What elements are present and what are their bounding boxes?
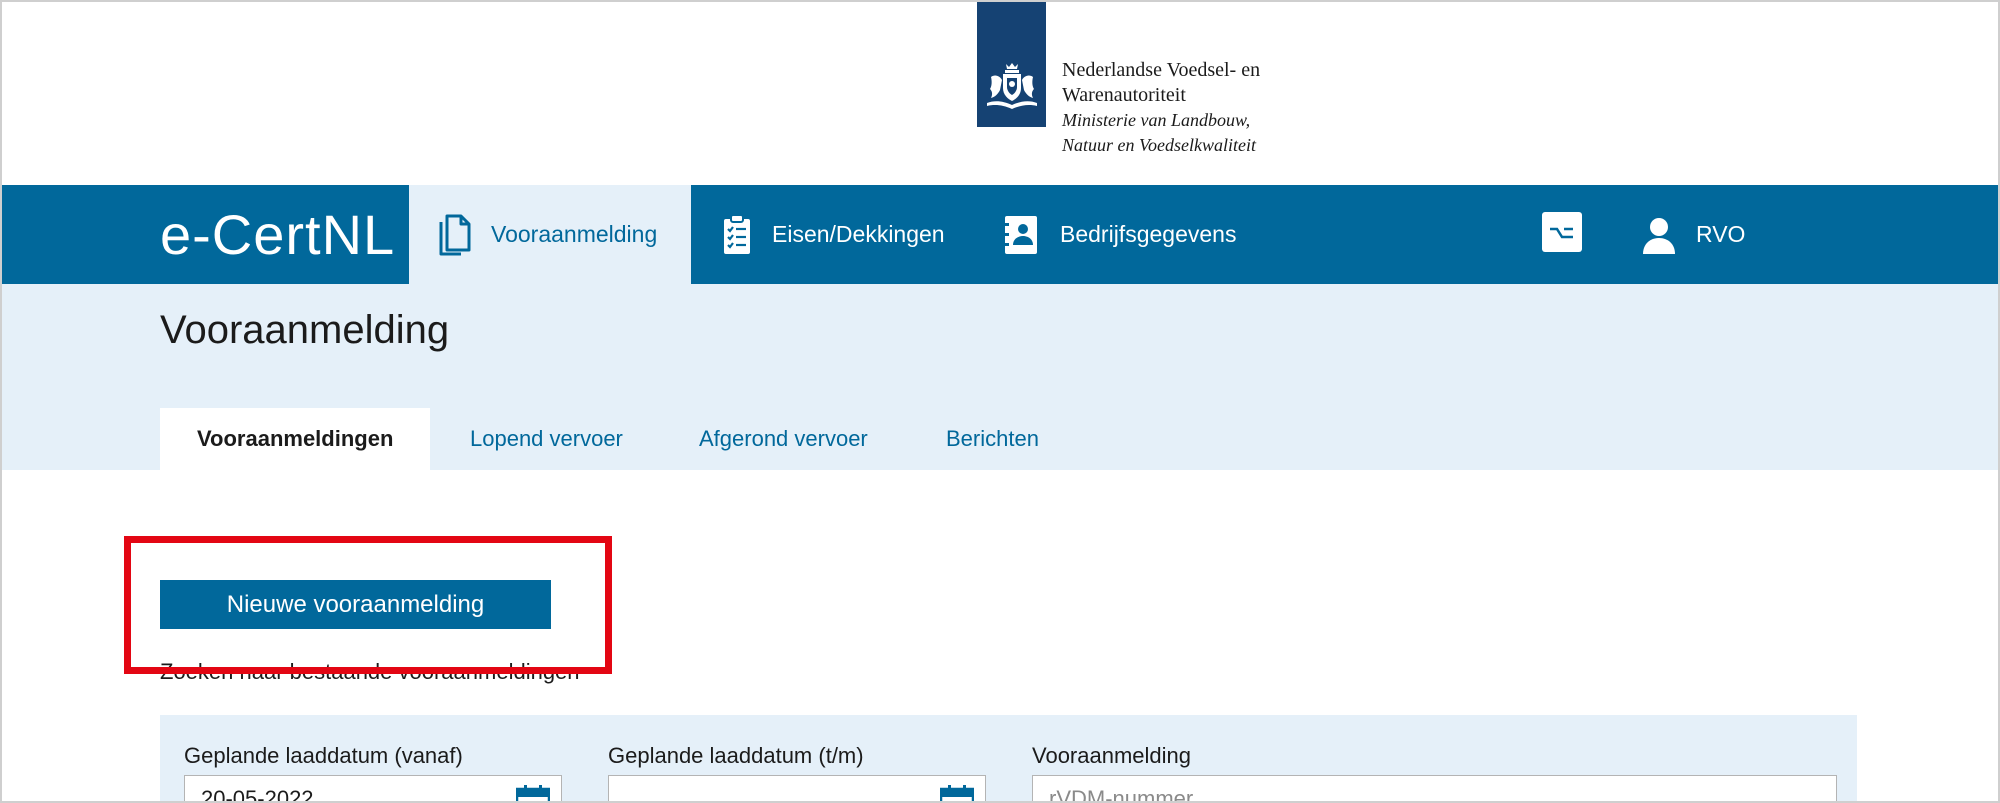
user-name: RVO (1696, 221, 1746, 247)
clipboard-checklist-icon (722, 213, 752, 256)
page-header: Vooraanmelding Vooraanmeldingen Lopend v… (2, 284, 1998, 470)
nav-item-label: Vooraanmelding (491, 221, 658, 247)
terminal-button[interactable] (1542, 185, 1582, 284)
tab-vooraanmeldingen[interactable]: Vooraanmeldingen (160, 408, 431, 470)
tab-lopend-vervoer[interactable]: Lopend vervoer (470, 408, 623, 470)
page-title: Vooraanmelding (160, 308, 450, 352)
browser-frame: Nederlandse Voedsel- en Warenautoriteit … (0, 0, 2000, 803)
coat-of-arms-icon (986, 63, 1037, 109)
new-pre-notification-button[interactable]: Nieuwe vooraanmelding (160, 580, 551, 629)
user-icon (1642, 216, 1676, 254)
nav-item-label: Eisen/Dekkingen (772, 221, 945, 247)
documents-icon (437, 213, 471, 257)
tab-berichten[interactable]: Berichten (946, 408, 1039, 470)
date-to-input[interactable] (608, 775, 986, 801)
tab-afgerond-vervoer[interactable]: Afgerond vervoer (699, 408, 868, 470)
calendar-icon[interactable] (515, 785, 551, 801)
main-navigation: e-CertNL Vooraanmelding Eisen/Dekkingen … (2, 185, 1998, 284)
nav-item-eisen-dekkingen[interactable]: Eisen/Dekkingen (722, 185, 945, 284)
date-from-input[interactable] (184, 775, 562, 801)
search-section-label: Zoeken naar bestaande vooraanmeldingen (160, 659, 580, 684)
calendar-icon[interactable] (939, 785, 975, 801)
search-panel: Geplande laaddatum (vanaf) Geplande laad… (160, 715, 1857, 801)
rijksoverheid-logo (977, 2, 1046, 127)
address-book-icon (1002, 214, 1040, 256)
nav-item-vooraanmelding[interactable]: Vooraanmelding (409, 185, 691, 284)
org-line-1: Nederlandse Voedsel- en (1062, 59, 1261, 81)
user-menu[interactable]: RVO (1642, 185, 1745, 284)
terminal-icon (1542, 211, 1582, 258)
nav-item-bedrijfsgegevens[interactable]: Bedrijfsgegevens (1002, 185, 1236, 284)
ministry-line-2: Natuur en Voedselkwaliteit (1062, 135, 1256, 155)
brand-logo[interactable]: e-CertNL (160, 185, 395, 284)
field-label-date-to: Geplande laaddatum (t/m) (608, 743, 864, 768)
field-label-vooraanmelding: Vooraanmelding (1032, 743, 1192, 768)
organisation-name: Nederlandse Voedsel- en Warenautoriteit … (1062, 58, 1260, 158)
org-line-2: Warenautoriteit (1062, 84, 1186, 106)
field-label-date-from: Geplande laaddatum (vanaf) (184, 743, 463, 768)
nav-item-label: Bedrijfsgegevens (1060, 221, 1237, 247)
rvdm-number-input[interactable] (1032, 775, 1837, 801)
logo-header: Nederlandse Voedsel- en Warenautoriteit … (2, 2, 1998, 185)
ministry-line-1: Ministerie van Landbouw, (1062, 110, 1251, 130)
